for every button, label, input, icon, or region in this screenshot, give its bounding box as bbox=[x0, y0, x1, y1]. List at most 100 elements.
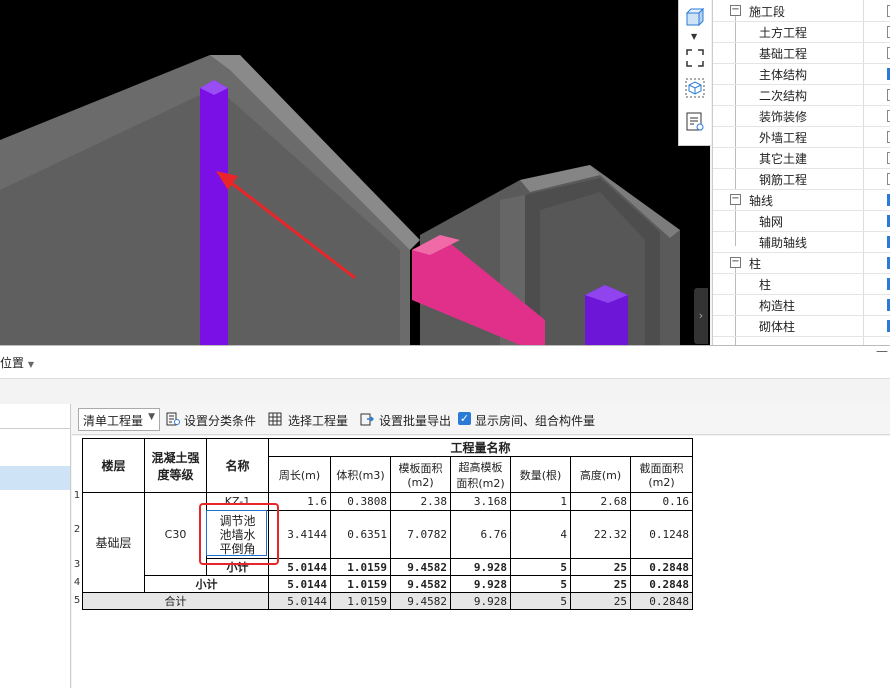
tree-item[interactable]: 构造柱 bbox=[713, 294, 890, 316]
value-cell[interactable]: 25 bbox=[570, 558, 631, 576]
value-cell[interactable]: 4 bbox=[510, 510, 571, 559]
show-rooms-checkbox[interactable]: ✓ bbox=[458, 412, 471, 425]
value-cell[interactable]: 9.928 bbox=[450, 592, 511, 610]
view-toolbar: ▼ bbox=[678, 0, 711, 146]
tree-item[interactable]: − 柱 bbox=[713, 252, 890, 274]
quantity-type-dropdown[interactable]: 清单工程量 ▼ bbox=[78, 408, 160, 431]
report-toolbar: 清单工程量 ▼ 设置分类条件 选择工程量 设置批量导出 ✓ 显示房间、组合构件量 bbox=[72, 404, 890, 435]
tree-item[interactable]: 钢筋工程 bbox=[713, 168, 890, 190]
tree-item-label: 基础工程 bbox=[759, 47, 808, 61]
value-cell[interactable]: 0.16 bbox=[630, 492, 693, 511]
value-cell[interactable]: 5 bbox=[510, 575, 571, 593]
value-cell[interactable]: 7.0782 bbox=[390, 510, 451, 559]
value-cell[interactable]: 5.0144 bbox=[268, 592, 331, 610]
tree-item[interactable]: 土方工程 bbox=[713, 21, 890, 43]
row-number: 3 bbox=[73, 559, 81, 570]
row-number: 4 bbox=[73, 577, 81, 588]
collapse-toggle-icon[interactable]: − bbox=[730, 257, 741, 268]
value-cell[interactable]: 1 bbox=[510, 492, 571, 511]
position-menu[interactable]: 位置 ▼ bbox=[0, 354, 34, 371]
cube-view-icon[interactable] bbox=[685, 8, 705, 28]
highlight-annotation-box bbox=[199, 503, 279, 565]
value-cell[interactable]: 0.6351 bbox=[330, 510, 391, 559]
tree-item[interactable]: 基础工程 bbox=[713, 42, 890, 64]
tree-item-label: 其它土建 bbox=[759, 152, 808, 166]
value-cell[interactable]: 5.0144 bbox=[268, 575, 331, 593]
subtotal-row[interactable]: 小计 5.0144 1.0159 9.4582 9.928 5 25 0.284… bbox=[83, 575, 693, 593]
tree-item-label: 轴线 bbox=[749, 194, 774, 208]
value-cell[interactable]: 1.0159 bbox=[330, 558, 391, 576]
value-cell[interactable]: 25 bbox=[570, 575, 631, 593]
value-cell[interactable]: 5 bbox=[510, 592, 571, 610]
left-tree-pane bbox=[0, 404, 71, 688]
total-row[interactable]: 合计 5.0144 1.0159 9.4582 9.928 5 25 0.284… bbox=[82, 592, 693, 610]
header-name: 名称 bbox=[206, 438, 269, 493]
value-cell[interactable]: 1.0159 bbox=[330, 575, 391, 593]
value-cell[interactable]: 9.4582 bbox=[390, 592, 451, 610]
panel-header: 位置 ▼ — bbox=[0, 344, 890, 379]
tree-item[interactable]: 主体结构 bbox=[713, 63, 890, 85]
value-cell[interactable]: 9.4582 bbox=[390, 575, 451, 593]
quantity-type-value: 清单工程量 bbox=[83, 414, 144, 428]
tree-item-label: 二次结构 bbox=[759, 89, 808, 103]
tree-item[interactable]: − 轴线 bbox=[713, 189, 890, 211]
header-col: 超高模板面积(m2) bbox=[450, 456, 511, 493]
tree-item[interactable]: 其它土建 bbox=[713, 147, 890, 169]
value-cell[interactable]: 2.38 bbox=[390, 492, 451, 511]
tree-item[interactable]: 二次结构 bbox=[713, 84, 890, 106]
value-cell[interactable]: 22.32 bbox=[570, 510, 631, 559]
3d-viewport[interactable] bbox=[0, 0, 710, 345]
tree-item-label: 轴网 bbox=[759, 215, 784, 229]
floor-cell[interactable]: 基础层 bbox=[82, 492, 145, 593]
value-cell[interactable]: 1.0159 bbox=[330, 592, 391, 610]
left-search-box[interactable] bbox=[0, 404, 70, 429]
collapse-panel-button[interactable]: › bbox=[694, 288, 708, 344]
value-cell[interactable]: 0.2848 bbox=[630, 592, 693, 610]
value-cell[interactable]: 3.168 bbox=[450, 492, 511, 511]
value-cell[interactable]: 9.928 bbox=[450, 558, 511, 576]
batch-export-button[interactable]: 设置批量导出 bbox=[379, 412, 451, 429]
minimize-button[interactable]: — bbox=[876, 344, 888, 358]
tree-item[interactable]: 砌体柱 bbox=[713, 315, 890, 337]
tree-item-label: 装饰装修 bbox=[759, 110, 808, 124]
value-cell[interactable]: 2.68 bbox=[570, 492, 631, 511]
tree-item[interactable]: 轴网 bbox=[713, 210, 890, 232]
header-col: 体积(m3) bbox=[330, 456, 391, 493]
grid-select-icon bbox=[268, 412, 282, 426]
value-cell[interactable]: 0.2848 bbox=[630, 558, 693, 576]
tree-item[interactable]: 柱 bbox=[713, 273, 890, 295]
tree-item[interactable]: 外墙工程 bbox=[713, 126, 890, 148]
3d-box-icon[interactable] bbox=[685, 78, 705, 98]
set-category-button[interactable]: 设置分类条件 bbox=[184, 412, 256, 429]
tree-item-label: 辅助轴线 bbox=[759, 236, 808, 250]
value-cell[interactable]: 0.1248 bbox=[630, 510, 693, 559]
value-cell[interactable]: 0.2848 bbox=[630, 575, 693, 593]
collapse-toggle-icon[interactable]: − bbox=[730, 5, 741, 16]
tree-item[interactable]: − 施工段 bbox=[713, 0, 890, 22]
quantity-table: 楼层 混凝土强度等级 名称 工程量名称 周长(m) 体积(m3) 模板面积(m2… bbox=[82, 438, 693, 610]
tree-item-label: 柱 bbox=[759, 278, 772, 292]
value-cell[interactable]: 25 bbox=[570, 592, 631, 610]
tree-item[interactable]: 辅助轴线 bbox=[713, 231, 890, 253]
chevron-down-icon[interactable]: ▼ bbox=[691, 32, 697, 41]
grade-cell[interactable]: C30 bbox=[144, 492, 207, 576]
select-quantity-button[interactable]: 选择工程量 bbox=[288, 412, 348, 429]
value-cell[interactable]: 6.76 bbox=[450, 510, 511, 559]
position-label: 位置 bbox=[0, 356, 25, 370]
value-cell[interactable]: 5 bbox=[510, 558, 571, 576]
tree-item[interactable]: 装饰装修 bbox=[713, 105, 890, 127]
export-icon bbox=[360, 413, 374, 426]
column-element bbox=[200, 80, 228, 345]
header-col: 周长(m) bbox=[268, 456, 331, 493]
view-list-icon[interactable] bbox=[685, 112, 705, 132]
value-cell[interactable]: 9.928 bbox=[450, 575, 511, 593]
collapse-toggle-icon[interactable]: − bbox=[730, 194, 741, 205]
fit-view-icon[interactable] bbox=[685, 48, 705, 68]
value-cell[interactable]: 9.4582 bbox=[390, 558, 451, 576]
value-cell[interactable]: 0.3808 bbox=[330, 492, 391, 511]
row-number: 5 bbox=[73, 595, 81, 606]
subtotal-label: 小计 bbox=[144, 575, 269, 593]
tree-item-label: 构造柱 bbox=[759, 299, 796, 313]
selected-tree-item[interactable] bbox=[0, 466, 70, 490]
table-row[interactable]: 基础层 C30 KZ-1 1.6 0.3808 2.38 3.168 1 2.6… bbox=[82, 492, 693, 593]
